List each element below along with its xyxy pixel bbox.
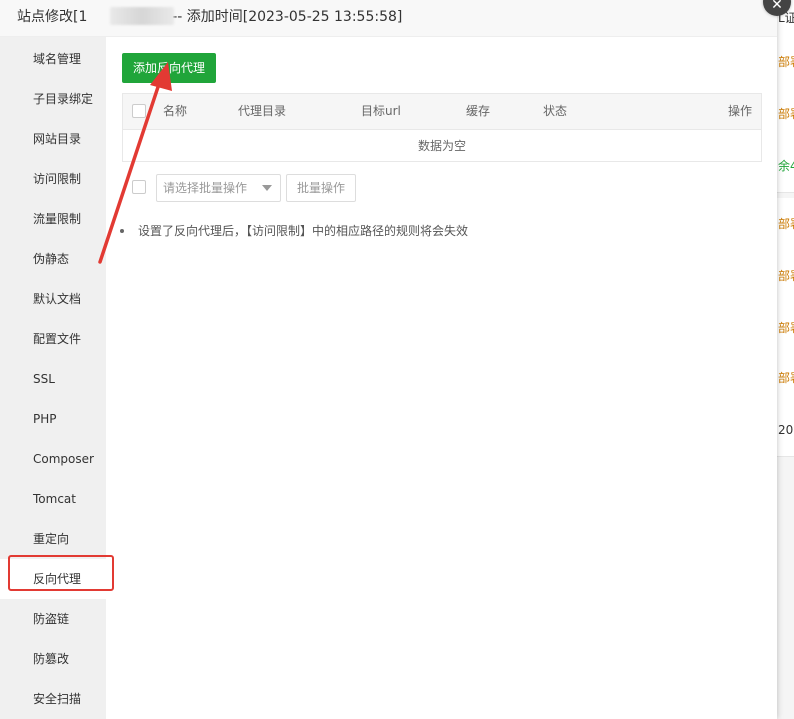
sidebar-item-config-file[interactable]: 配置文件: [0, 319, 106, 359]
sidebar-item-redirect[interactable]: 重定向: [0, 519, 106, 559]
table-header: 名称 代理目录 目标url 缓存 状态 操作: [123, 94, 761, 130]
reverse-proxy-panel: 添加反向代理 名称 代理目录 目标url 缓存 状态 操作 数据为空 请选择批量…: [106, 37, 777, 719]
add-reverse-proxy-button[interactable]: 添加反向代理: [122, 53, 216, 83]
sidebar-item-subdir-binding[interactable]: 子目录绑定: [0, 79, 106, 119]
background-page: L证 部署 部署 余4 部署 部署 部署 部署 20: [776, 0, 794, 719]
sidebar-item-site-directory[interactable]: 网站目录: [0, 119, 106, 159]
chevron-down-icon: [262, 185, 272, 191]
background-row: 余4: [776, 140, 794, 193]
batch-operation-select[interactable]: 请选择批量操作: [156, 174, 281, 202]
sidebar-item-ssl[interactable]: SSL: [0, 359, 106, 399]
background-row: 部署: [776, 198, 794, 251]
column-header-name: 名称: [163, 104, 188, 118]
batch-select-checkbox[interactable]: [132, 180, 146, 194]
column-header-actions: 操作: [728, 104, 753, 118]
redacted-mask: [110, 7, 174, 25]
column-header-status: 状态: [543, 104, 568, 118]
modal-title-rest: 0] -- 添加时间[2023-05-25 13:55:58]: [153, 9, 403, 25]
highlight-box: [8, 555, 114, 591]
modal-title-prefix: 站点修改[1: [17, 9, 88, 25]
sidebar-item-tomcat[interactable]: Tomcat: [0, 479, 106, 519]
site-settings-modal: 站点修改[1 0] -- 添加时间[2023-05-25 13:55:58] 域名…: [0, 0, 777, 719]
background-row: 部署: [776, 250, 794, 303]
background-row: 部署: [776, 88, 794, 141]
sidebar-item-traffic-limit[interactable]: 流量限制: [0, 199, 106, 239]
background-row: 20: [776, 404, 794, 457]
sidebar-item-php[interactable]: PHP: [0, 399, 106, 439]
sidebar-item-hotlink-protection[interactable]: 防盗链: [0, 599, 106, 639]
table-empty-text: 数据为空: [417, 139, 466, 153]
sidebar-item-access-limit[interactable]: 访问限制: [0, 159, 106, 199]
batch-select-placeholder: 请选择批量操作: [163, 181, 248, 195]
modal-header: 站点修改[1 0] -- 添加时间[2023-05-25 13:55:58]: [0, 0, 777, 37]
sidebar-item-rewrite[interactable]: 伪静态: [0, 239, 106, 279]
sidebar-item-default-doc[interactable]: 默认文档: [0, 279, 106, 319]
proxy-table: 名称 代理目录 目标url 缓存 状态 操作 数据为空: [122, 93, 762, 162]
sidebar-item-tamper-protection[interactable]: 防篡改: [0, 639, 106, 679]
modal-title: 站点修改[1 0] -- 添加时间[2023-05-25 13:55:58]: [17, 0, 402, 34]
background-row: 部署: [776, 302, 794, 355]
sidebar-item-domain[interactable]: 域名管理: [0, 39, 106, 79]
background-row: 部署: [776, 36, 794, 89]
column-header-proxy-dir: 代理目录: [238, 104, 287, 118]
sidebar-item-composer[interactable]: Composer: [0, 439, 106, 479]
select-all-checkbox[interactable]: [132, 104, 146, 118]
batch-operation-button[interactable]: 批量操作: [286, 174, 356, 202]
tip-text: 设置了反向代理后，【访问限制】中的相应路径的规则将会失效: [138, 224, 469, 238]
column-header-cache: 缓存: [466, 104, 491, 118]
bullet-icon: [120, 229, 124, 233]
background-row: 部署: [776, 352, 794, 405]
column-header-target-url: 目标url: [361, 104, 401, 118]
settings-sidebar: 域名管理 子目录绑定 网站目录 访问限制 流量限制 伪静态 默认文档 配置文件 …: [0, 37, 106, 719]
sidebar-item-security-scan[interactable]: 安全扫描: [0, 679, 106, 719]
